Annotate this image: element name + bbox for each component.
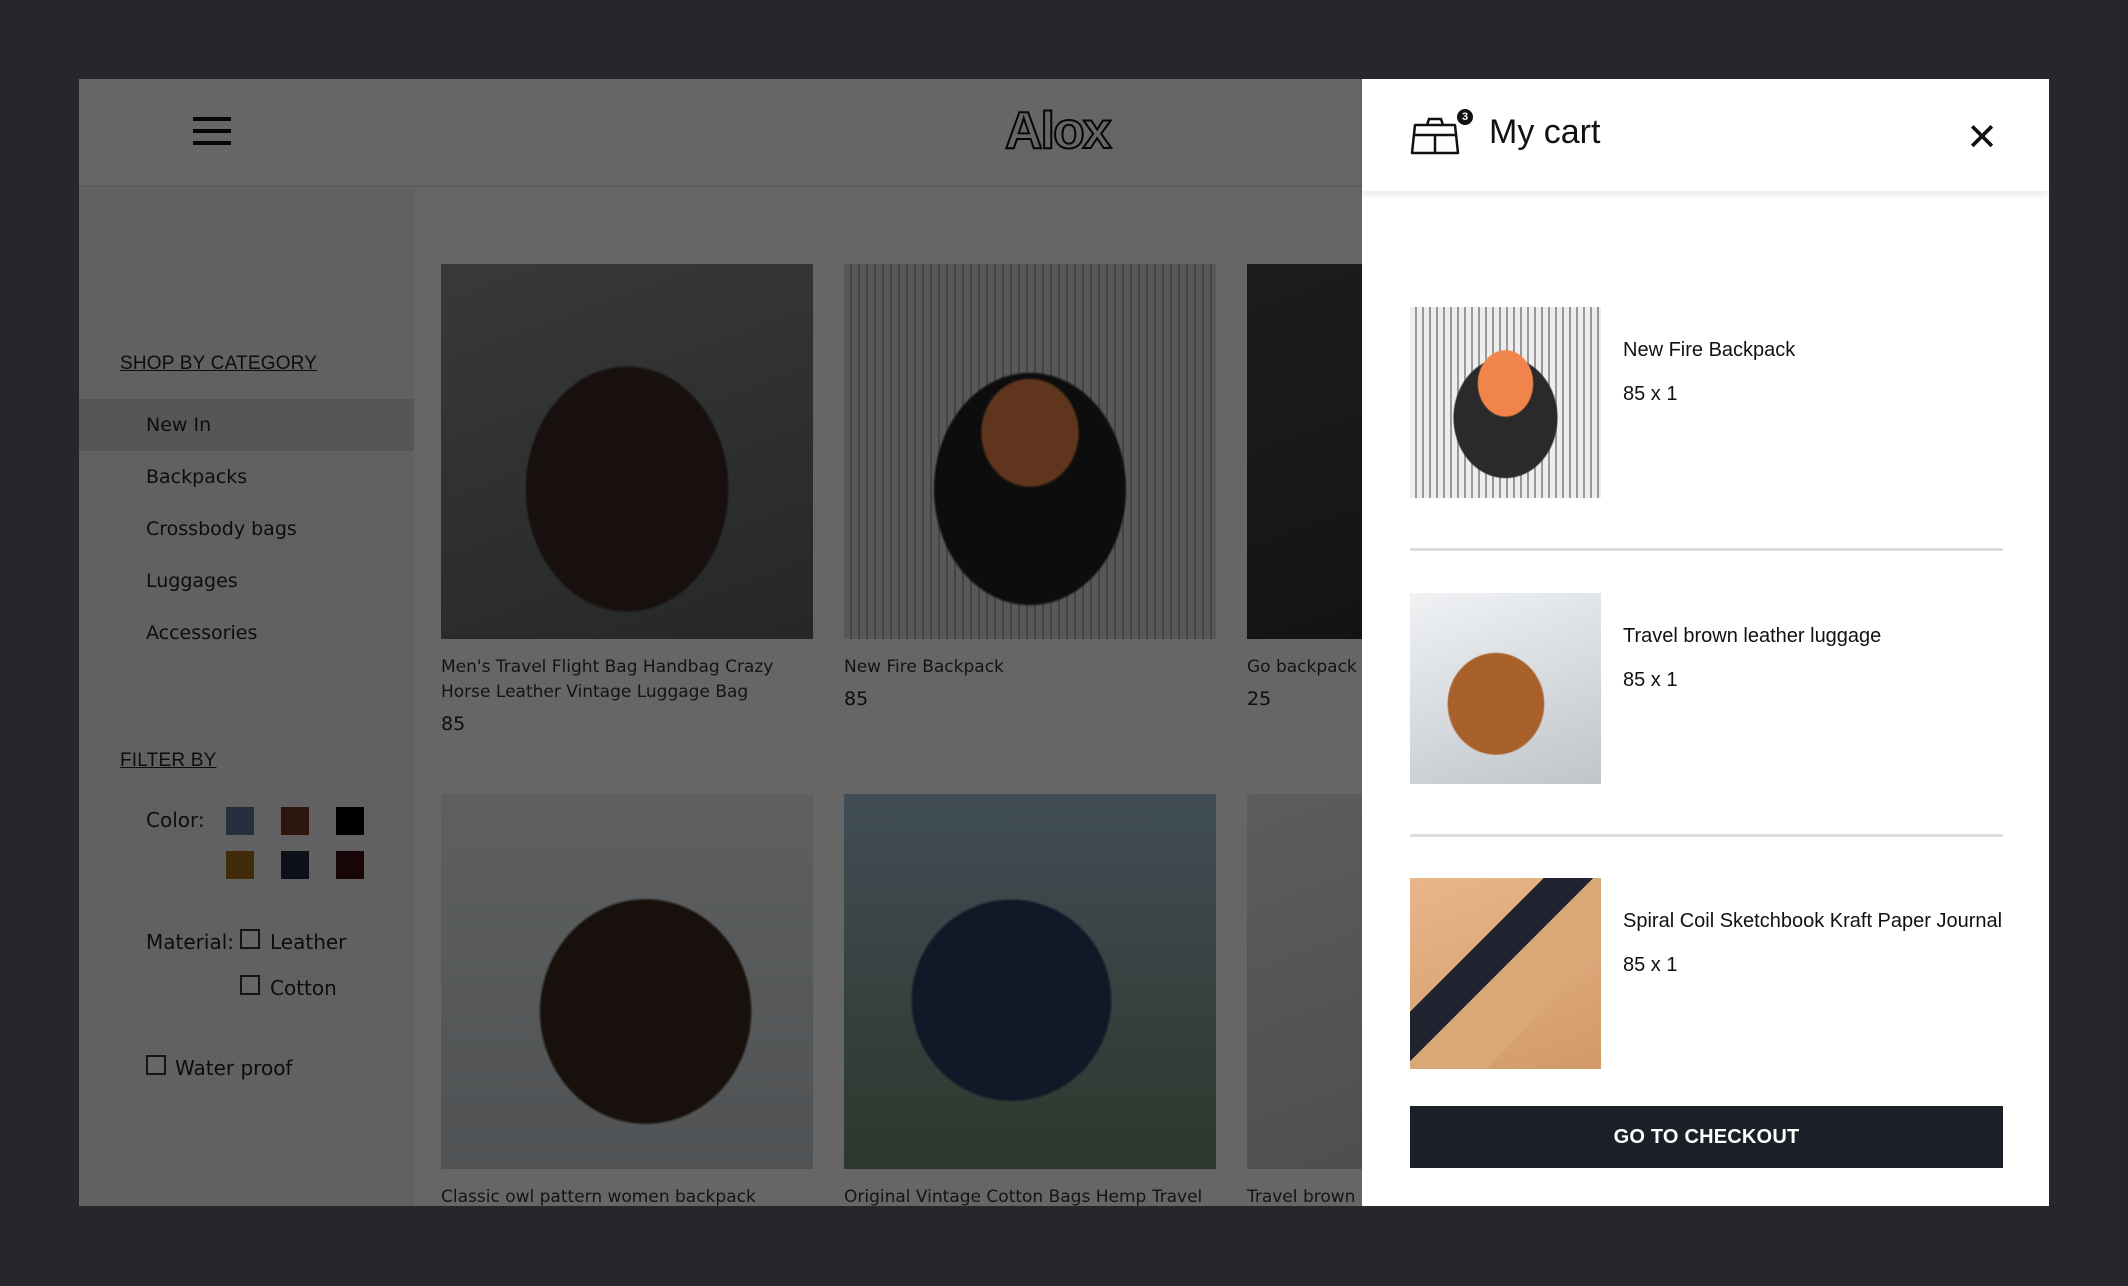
- cart-count-badge: 3: [1457, 109, 1473, 125]
- cart-item-name[interactable]: Travel brown leather luggage: [1623, 625, 1881, 648]
- shopping-bag-icon: 3: [1410, 109, 1473, 159]
- cart-item-name[interactable]: Spiral Coil Sketchbook Kraft Paper Journ…: [1623, 910, 2002, 933]
- cart-item-image[interactable]: [1410, 878, 1601, 1069]
- cart-item-qty: 85 x 1: [1623, 383, 1678, 405]
- checkout-button[interactable]: GO TO CHECKOUT: [1410, 1106, 2003, 1168]
- cart-item-qty: 85 x 1: [1623, 954, 1678, 976]
- close-icon[interactable]: ✕: [1962, 117, 2002, 157]
- cart-item: Spiral Coil Sketchbook Kraft Paper Journ…: [1410, 836, 2003, 1122]
- cart-item: Travel brown leather luggage 85 x 1: [1410, 551, 2003, 837]
- cart-item: New Fire Backpack 85 x 1: [1410, 265, 2003, 551]
- cart-drawer: 3 My cart ✕ New Fire Backpack 85 x 1 Tra…: [1362, 79, 2049, 1206]
- cart-item-image[interactable]: [1410, 593, 1601, 784]
- cart-title: My cart: [1489, 113, 1601, 151]
- cart-item-image[interactable]: [1410, 307, 1601, 498]
- cart-header: 3 My cart ✕: [1362, 79, 2049, 191]
- modal-backdrop[interactable]: [79, 79, 1362, 1206]
- app-window: Alox SHOP BY CATEGORY New In Backpacks C…: [79, 79, 2049, 1206]
- cart-item-qty: 85 x 1: [1623, 669, 1678, 691]
- cart-item-name[interactable]: New Fire Backpack: [1623, 339, 1795, 362]
